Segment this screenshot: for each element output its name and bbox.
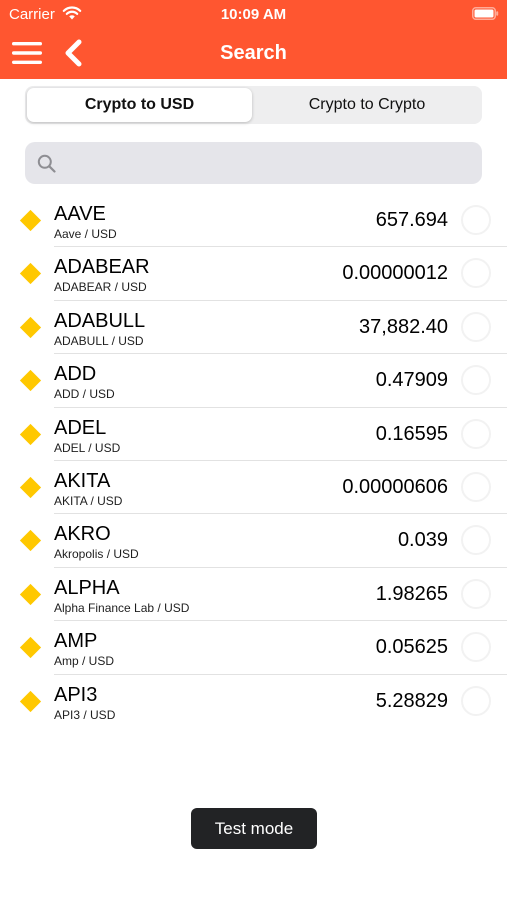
select-radio[interactable] [461,632,491,663]
coin-pair: Alpha Finance Lab / USD [54,600,190,615]
page-title: Search [220,42,287,64]
select-radio[interactable] [461,205,491,235]
test-mode-toast: Test mode [191,808,317,849]
select-radio[interactable] [461,578,491,609]
select-radio[interactable] [461,258,491,289]
coin-price: 5.28829 [375,689,448,712]
coin-symbol: ALPHA [54,576,120,599]
list-item[interactable]: ADABULL ADABULL / USD 37,882.40 [0,301,507,355]
diamond-icon [19,263,42,285]
coin-price: 0.16595 [375,422,448,445]
coin-price: 0.039 [397,529,448,552]
coin-price: 0.47909 [375,369,448,392]
coin-symbol: AMP [54,630,98,653]
select-radio[interactable] [461,685,491,716]
coin-price: 1.98265 [375,582,448,605]
coin-price: 0.05625 [375,636,448,659]
select-radio[interactable] [461,525,491,556]
list-item[interactable]: ADABEAR ADABEAR / USD 0.00000012 [0,247,507,302]
coin-symbol: AKITA [54,469,111,492]
battery-icon [472,7,499,20]
coin-symbol: AKRO [54,523,111,546]
list-item[interactable]: AKITA AKITA / USD 0.00000606 [0,461,507,515]
coin-pair: AKITA / USD [54,493,123,508]
clock: 10:09 AM [220,6,287,23]
diamond-icon [19,316,42,338]
coin-price: 657.694 [375,209,448,231]
select-radio[interactable] [461,418,491,449]
coin-symbol: ADABEAR [54,256,150,279]
coin-symbol: AAVE [54,203,106,225]
coin-pair: API3 / USD [54,707,116,722]
diamond-icon [19,583,42,605]
coin-symbol: ADABULL [54,309,146,332]
coin-symbol: ADD [54,363,97,386]
list-item[interactable]: ADEL ADEL / USD 0.16595 [0,408,507,462]
list-item[interactable]: AAVE Aave / USD 657.694 [0,194,507,248]
diamond-icon [19,370,42,392]
list-item[interactable]: AMP Amp / USD 0.05625 [0,621,507,675]
diamond-icon [19,423,42,445]
list-item[interactable]: API3 API3 / USD 5.28829 [0,675,507,728]
app-header: Carrier 10:09 AM Search [0,0,507,79]
coin-pair: ADD / USD [54,387,115,402]
diamond-icon [19,530,42,552]
coin-price: 0.00000012 [342,262,448,285]
coin-pair: Akropolis / USD [54,547,139,562]
coin-pair: Aave / USD [54,227,117,241]
navigation-bar: Search [0,28,507,79]
search-icon [37,154,56,173]
search-input[interactable] [65,142,469,186]
segment-crypto-to-usd[interactable]: Crypto to USD [27,88,252,122]
list-item[interactable]: ADD ADD / USD 0.47909 [0,354,507,408]
conversion-segmented-control: Crypto to USD Crypto to Crypto [25,86,482,124]
diamond-icon [19,209,42,232]
select-radio[interactable] [461,311,491,342]
select-radio[interactable] [461,471,491,502]
search-bar [25,142,482,186]
list-item[interactable]: AKRO Akropolis / USD 0.039 [0,514,507,569]
select-radio[interactable] [461,365,491,396]
coin-pair: Amp / USD [54,654,115,669]
coin-symbol: API3 [54,683,98,706]
coin-symbol: ADEL [54,416,107,439]
coin-pair: ADABULL / USD [54,333,144,348]
diamond-icon [19,476,42,499]
diamond-icon [19,637,42,659]
diamond-icon [19,690,42,712]
status-bar: Carrier 10:09 AM [0,0,507,28]
coin-price: 37,882.40 [359,315,448,338]
list-item[interactable]: ALPHA Alpha Finance Lab / USD 1.98265 [0,568,507,622]
coin-pair: ADABEAR / USD [54,280,147,295]
coin-pair: ADEL / USD [54,440,121,455]
segment-crypto-to-crypto[interactable]: Crypto to Crypto [254,88,480,122]
coin-price: 0.00000606 [342,475,448,498]
crypto-list: AAVE Aave / USD 657.694 ADABEAR ADABEAR … [0,194,507,728]
